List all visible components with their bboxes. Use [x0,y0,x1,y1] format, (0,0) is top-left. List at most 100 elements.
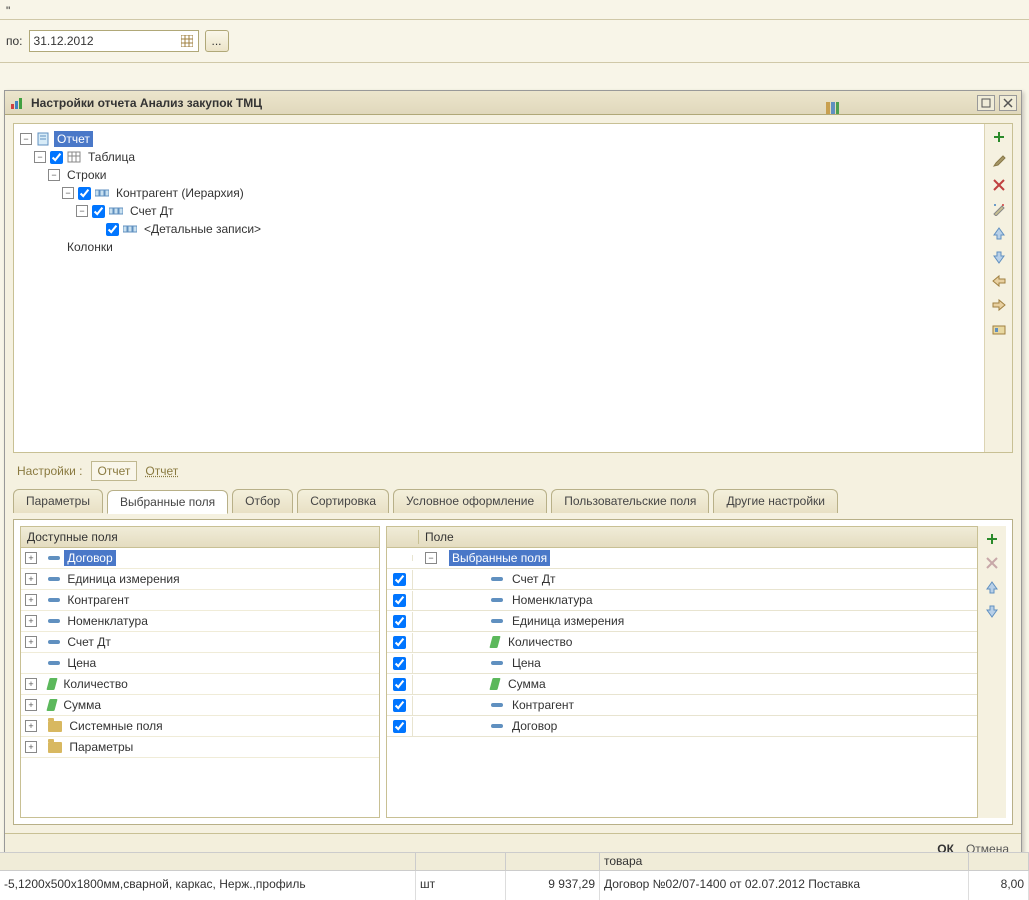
selected-fields-panel: Доступные поля + Договор+ Единица измере… [13,519,1013,825]
tree-checkbox[interactable] [106,223,119,236]
available-field-row[interactable]: + Единица измерения [21,569,379,590]
expander-icon[interactable]: − [425,552,437,564]
available-field-row[interactable]: + Договор [21,548,379,569]
date-to-input[interactable]: 31.12.2012 [29,30,199,52]
expander-icon[interactable]: + [25,720,37,732]
move-down-icon[interactable] [990,248,1008,266]
field-checkbox[interactable] [393,678,406,691]
field-checkbox[interactable] [393,573,406,586]
expander-icon[interactable]: + [25,573,37,585]
move-up-icon[interactable] [990,224,1008,242]
delete-icon[interactable] [990,176,1008,194]
tree-detail[interactable]: <Детальные записи> [20,220,978,238]
wizard-icon[interactable] [990,200,1008,218]
expander-icon[interactable]: + [25,741,37,753]
settings-tool-icon[interactable] [990,320,1008,338]
field-label: Цена [64,655,99,671]
tab-other[interactable]: Другие настройки [713,489,838,513]
chosen-field-row[interactable]: Сумма [387,674,977,695]
chosen-field-row[interactable]: Договор [387,716,977,737]
date-dots-button[interactable]: ... [205,30,229,52]
expander-icon[interactable]: + [25,678,37,690]
expander-icon[interactable]: − [48,169,60,181]
expander-icon[interactable]: + [25,594,37,606]
field-label: Номенклатура [64,613,151,629]
edit-icon[interactable] [990,152,1008,170]
move-up-icon[interactable] [983,578,1001,596]
tab-selected-fields[interactable]: Выбранные поля [107,490,228,514]
field-checkbox[interactable] [393,699,406,712]
available-field-row[interactable]: + Контрагент [21,590,379,611]
move-down-icon[interactable] [983,602,1001,620]
field-checkbox[interactable] [393,657,406,670]
chosen-field-row[interactable]: Счет Дт [387,569,977,590]
tree-table[interactable]: − Таблица [20,148,978,166]
move-left-icon[interactable] [990,272,1008,290]
expander-icon[interactable]: + [25,699,37,711]
tree-checkbox[interactable] [92,205,105,218]
available-field-row[interactable]: + Количество [21,674,379,695]
add-icon[interactable] [983,530,1001,548]
available-field-row[interactable]: + Номенклатура [21,611,379,632]
available-fields-list[interactable]: + Договор+ Единица измерения+ Контрагент… [21,548,379,817]
available-field-row[interactable]: Цена [21,653,379,674]
tree-rows[interactable]: − Строки [20,166,978,184]
field-checkbox[interactable] [393,720,406,733]
field-dash-icon [48,619,60,623]
tree-checkbox[interactable] [50,151,63,164]
grid-header-row: товара [0,852,1029,870]
tree-root[interactable]: − Отчет [20,130,978,148]
field-checkbox[interactable] [393,594,406,607]
tab-conditional[interactable]: Условное оформление [393,489,547,513]
close-button[interactable] [999,95,1017,111]
expander-icon[interactable]: − [76,205,88,217]
calendar-icon[interactable] [180,34,194,48]
chosen-field-row[interactable]: Номенклатура [387,590,977,611]
chosen-field-row[interactable]: Контрагент [387,695,977,716]
expander-icon[interactable]: + [25,552,37,564]
move-right-icon[interactable] [990,296,1008,314]
structure-tree[interactable]: − Отчет − Таблица − Строки − [14,124,984,452]
chosen-fields-list[interactable]: − Выбранные поля Счет ДтНоменклатураЕдин… [387,548,977,817]
tab-filter[interactable]: Отбор [232,489,293,513]
available-field-row[interactable]: + Счет Дт [21,632,379,653]
chosen-field-row[interactable]: Количество [387,632,977,653]
delete-icon[interactable] [983,554,1001,572]
field-checkbox[interactable] [393,636,406,649]
tab-sort[interactable]: Сортировка [297,489,389,513]
expander-icon[interactable]: − [20,133,32,145]
settings-link[interactable]: Отчет [145,464,178,478]
maximize-button[interactable] [977,95,995,111]
tab-user-fields[interactable]: Пользовательские поля [551,489,709,513]
top-bar: " [0,0,1029,20]
tab-parameters[interactable]: Параметры [13,489,103,513]
date-filter-row: по: 31.12.2012 ... [0,20,1029,63]
field-checkbox[interactable] [393,615,406,628]
expander-icon[interactable]: + [25,636,37,648]
available-field-row[interactable]: + Сумма [21,695,379,716]
available-field-row[interactable]: + Системные поля [21,716,379,737]
field-label: Единица измерения [64,571,182,587]
available-field-row[interactable]: + Параметры [21,737,379,758]
expander-icon[interactable]: − [34,151,46,163]
tree-grouping-1[interactable]: − Контрагент (Иерархия) [20,184,978,202]
tree-detail-label: <Детальные записи> [141,221,264,237]
tree-columns[interactable]: Колонки [20,238,978,256]
tree-grouping-2[interactable]: − Счет Дт [20,202,978,220]
chosen-field-row[interactable]: Единица измерения [387,611,977,632]
columns-setup-icon[interactable] [823,115,841,117]
topbar-text: " [6,4,10,18]
grid-contract: Договор №02/07-1400 от 02.07.2012 Постав… [600,871,969,900]
chosen-field-row[interactable]: Цена [387,653,977,674]
expander-icon[interactable]: + [25,615,37,627]
folder-icon [48,742,62,753]
grid-unit: шт [416,871,506,900]
expander-icon[interactable]: − [62,187,74,199]
settings-active[interactable]: Отчет [91,461,138,481]
chosen-group-row[interactable]: − Выбранные поля [387,548,977,569]
add-icon[interactable] [990,128,1008,146]
tree-table-label: Таблица [85,149,138,165]
field-dash-icon [491,598,503,602]
tree-checkbox[interactable] [78,187,91,200]
tree-toolbar [984,124,1012,452]
